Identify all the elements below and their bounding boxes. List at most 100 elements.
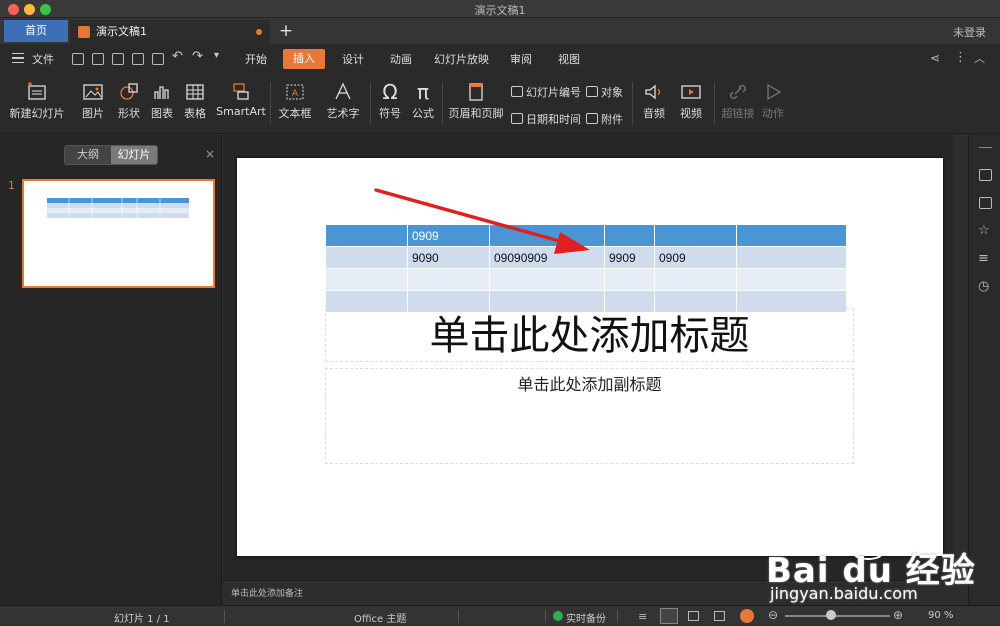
new-slide-button[interactable]: 新建幻灯片 bbox=[6, 82, 68, 121]
tab-outline[interactable]: 大纲 bbox=[65, 146, 111, 164]
chart-label: 图表 bbox=[151, 107, 173, 120]
history-icon[interactable]: ◷ bbox=[978, 279, 989, 294]
tab-slides[interactable]: 幻灯片 bbox=[111, 146, 157, 164]
table-button[interactable]: 表格 bbox=[178, 82, 212, 121]
slide-layout-icon[interactable] bbox=[979, 169, 992, 181]
textbox-icon: A bbox=[286, 84, 304, 100]
table-cell[interactable]: 09090909 bbox=[489, 246, 605, 269]
settings-sliders-icon[interactable]: ≡ bbox=[978, 251, 989, 266]
table-cell[interactable] bbox=[736, 268, 847, 291]
speaker-icon bbox=[645, 84, 661, 100]
table-cell[interactable] bbox=[604, 224, 655, 247]
login-status[interactable]: 未登录 bbox=[953, 24, 986, 40]
menu-insert[interactable]: 插入 bbox=[283, 49, 325, 69]
backup-label[interactable]: 实时备份 bbox=[566, 610, 606, 625]
slide-sorter-icon[interactable] bbox=[688, 611, 699, 621]
table-cell[interactable] bbox=[325, 268, 408, 291]
menu-design[interactable]: 设计 bbox=[342, 51, 364, 67]
picture-button[interactable]: 图片 bbox=[76, 82, 110, 121]
notes-toggle-icon[interactable]: ≡ bbox=[638, 610, 647, 623]
table-cell[interactable]: 9090 bbox=[407, 246, 490, 269]
symbol-button[interactable]: Ω 符号 bbox=[374, 82, 406, 121]
collapse-ribbon-icon[interactable]: ︿ bbox=[974, 50, 985, 66]
tab-home[interactable]: 首页 bbox=[4, 20, 68, 42]
menu-slideshow[interactable]: 幻灯片放映 bbox=[434, 51, 489, 67]
smartart-button[interactable]: SmartArt bbox=[216, 82, 266, 118]
pi-icon: π bbox=[416, 80, 430, 104]
format-painter-icon[interactable] bbox=[112, 53, 124, 65]
slide-table[interactable]: 0909 9090 09090909 9909 0909 bbox=[325, 224, 847, 313]
attachment-button[interactable]: 附件 bbox=[586, 111, 623, 127]
table-cell[interactable] bbox=[654, 224, 737, 247]
redo-icon[interactable]: ↷ bbox=[192, 49, 203, 64]
header-footer-label: 页眉和页脚 bbox=[448, 107, 504, 120]
customize-toolbar-icon[interactable]: ▾ bbox=[214, 50, 219, 61]
subtitle-placeholder[interactable]: 单击此处添加副标题 bbox=[325, 368, 854, 464]
open-icon[interactable] bbox=[72, 53, 84, 65]
hyperlink-label: 超链接 bbox=[721, 107, 755, 120]
chart-button[interactable]: 图表 bbox=[148, 82, 176, 121]
slide-thumbnail[interactable] bbox=[22, 179, 215, 288]
table-cell[interactable] bbox=[736, 224, 847, 247]
theme-name[interactable]: Office 主题 bbox=[354, 610, 406, 625]
datetime-button[interactable]: 日期和时间 bbox=[511, 111, 581, 127]
play-slideshow-icon[interactable] bbox=[740, 609, 754, 623]
menu-file[interactable]: 文件 bbox=[32, 51, 54, 67]
animation-star-icon[interactable]: ☆ bbox=[978, 223, 990, 238]
slide-number-button[interactable]: 幻灯片编号 bbox=[511, 84, 581, 100]
normal-view-icon[interactable] bbox=[660, 608, 678, 624]
table-cell[interactable] bbox=[736, 246, 847, 269]
menu-review[interactable]: 审阅 bbox=[510, 51, 532, 67]
menu-view[interactable]: 视图 bbox=[558, 51, 580, 67]
save-icon[interactable] bbox=[92, 53, 104, 65]
formula-button[interactable]: π 公式 bbox=[408, 82, 438, 121]
link-icon bbox=[730, 85, 746, 99]
textbox-button[interactable]: A 文本框 bbox=[274, 82, 316, 121]
menu-home[interactable]: 开始 bbox=[245, 51, 267, 67]
reading-view-icon[interactable] bbox=[714, 611, 725, 621]
new-slide-label: 新建幻灯片 bbox=[9, 107, 65, 120]
print-icon[interactable] bbox=[132, 53, 144, 65]
wordart-button[interactable]: 艺术字 bbox=[320, 82, 366, 121]
table-cell[interactable] bbox=[407, 268, 490, 291]
table-cell[interactable]: 9909 bbox=[604, 246, 655, 269]
backup-status-icon bbox=[553, 611, 563, 621]
hyperlink-button[interactable]: 超链接 bbox=[720, 82, 756, 121]
share-icon[interactable]: ⋖ bbox=[930, 51, 940, 65]
table-cell[interactable] bbox=[489, 224, 605, 247]
datetime-label: 日期和时间 bbox=[526, 113, 581, 126]
new-tab-button[interactable]: + bbox=[277, 20, 295, 42]
action-button[interactable]: 动作 bbox=[758, 82, 788, 121]
slide[interactable]: 0909 9090 09090909 9909 0909 单击此处添加标题 单击… bbox=[237, 158, 943, 556]
table-cell[interactable] bbox=[604, 268, 655, 291]
menu-bar: 文件 ↶ ↷ ▾ 开始 插入 设计 动画 幻灯片放映 审阅 视图 ⋖ ⋮ ︿ bbox=[0, 44, 1000, 74]
print-preview-icon[interactable] bbox=[152, 53, 164, 65]
more-icon[interactable]: ⋮ bbox=[954, 50, 967, 65]
copy-icon[interactable] bbox=[979, 197, 992, 209]
shape-button[interactable]: 形状 bbox=[112, 82, 146, 121]
tab-document[interactable]: 演示文稿1 bbox=[70, 20, 270, 44]
sidebar-divider bbox=[979, 147, 992, 148]
window-title: 演示文稿1 bbox=[474, 4, 526, 17]
table-cell[interactable] bbox=[325, 224, 408, 247]
table-cell[interactable]: 0909 bbox=[654, 246, 737, 269]
title-placeholder[interactable]: 单击此处添加标题 bbox=[325, 308, 854, 362]
table-cell[interactable] bbox=[489, 268, 605, 291]
svg-text:A: A bbox=[292, 89, 299, 99]
hamburger-menu-icon[interactable] bbox=[12, 53, 24, 63]
audio-button[interactable]: 音频 bbox=[638, 82, 670, 121]
video-button[interactable]: 视频 bbox=[674, 82, 708, 121]
undo-icon[interactable]: ↶ bbox=[172, 49, 183, 64]
object-label: 对象 bbox=[601, 86, 623, 99]
thumbnail-number: 1 bbox=[8, 179, 15, 192]
table-cell[interactable] bbox=[325, 246, 408, 269]
table-cell[interactable]: 0909 bbox=[407, 224, 490, 247]
close-panel-icon[interactable]: × bbox=[205, 147, 215, 161]
menu-animation[interactable]: 动画 bbox=[390, 51, 412, 67]
table-cell[interactable] bbox=[654, 268, 737, 291]
table-row: 9090 09090909 9909 0909 bbox=[325, 246, 847, 269]
smartart-label: SmartArt bbox=[216, 105, 266, 118]
header-footer-button[interactable]: 页眉和页脚 bbox=[446, 82, 506, 121]
presentation-icon bbox=[78, 26, 90, 38]
object-button[interactable]: 对象 bbox=[586, 84, 623, 100]
